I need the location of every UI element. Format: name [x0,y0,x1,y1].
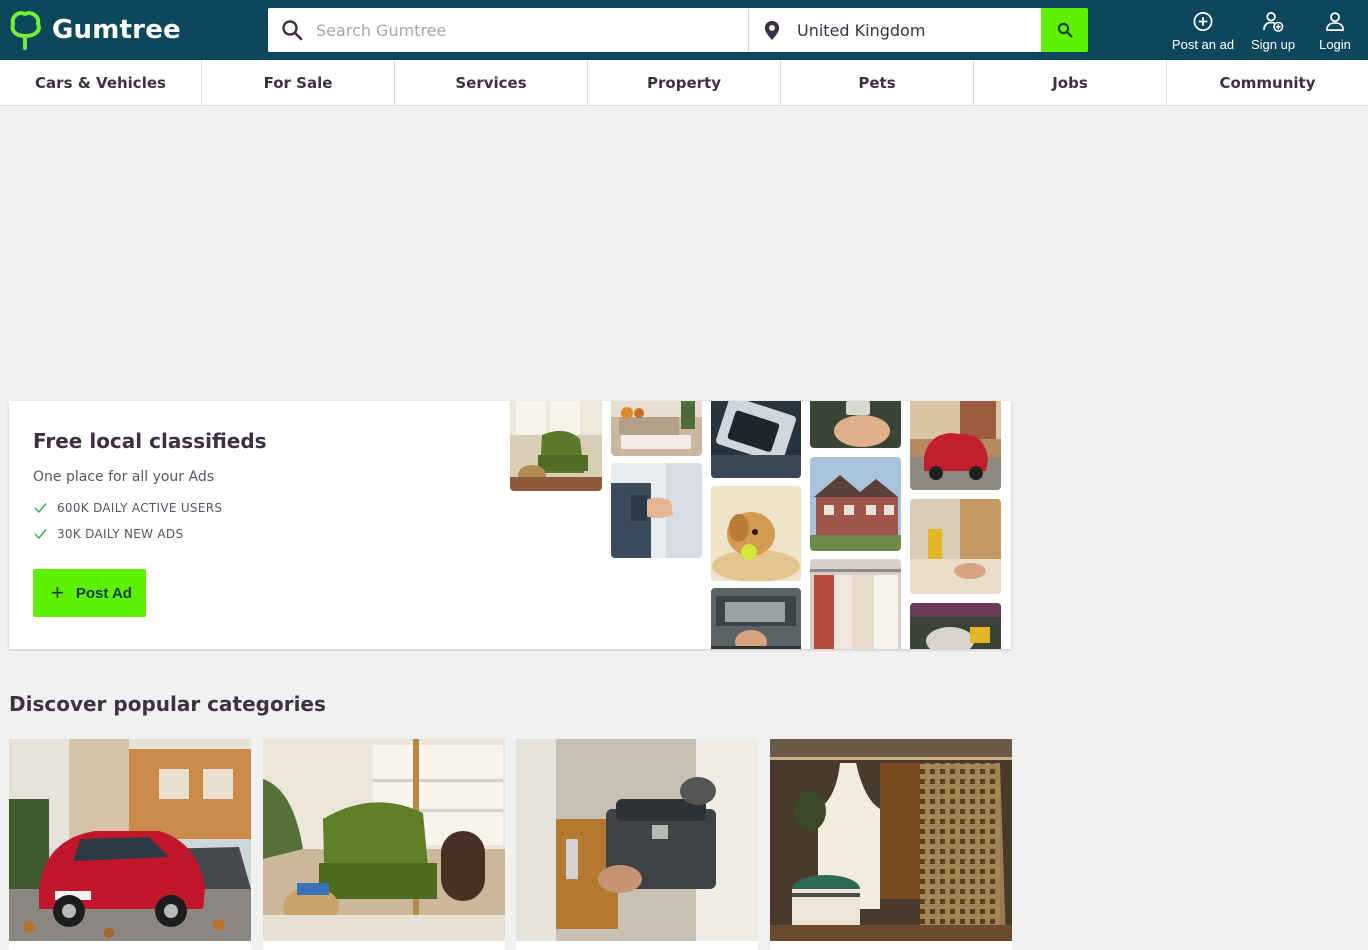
site-header: Gumtree Post an ad [0,0,1368,60]
green-armchair-photo [263,739,505,941]
drill-worker-photo [910,499,1001,594]
popular-categories-heading: Discover popular categories [9,692,326,716]
login-label: Login [1319,37,1351,52]
search-field [268,8,748,52]
post-ad-button[interactable]: + Post Ad [33,569,146,617]
nav-services[interactable]: Services [395,60,588,105]
feature-item: 30K DAILY NEW ADS [33,526,183,541]
living-room-photo [611,401,702,456]
house-photo [810,457,901,551]
post-an-ad-link[interactable]: Post an ad [1172,10,1234,52]
sign-up-label: Sign up [1250,37,1296,52]
search-button[interactable] [1041,8,1088,52]
toolbox-worker-photo [516,739,758,941]
popular-card-cars[interactable] [9,739,251,950]
mechanic-photo [711,588,801,649]
location-field [748,8,1041,52]
nav-jobs[interactable]: Jobs [974,60,1167,105]
clothes-rail-photo [810,559,901,649]
search-icon [1057,22,1073,38]
plus-icon: + [51,580,64,605]
search-icon [282,20,303,41]
sign-up-link[interactable]: Sign up [1248,10,1298,52]
logo-wordmark: Gumtree [52,15,181,45]
nav-community[interactable]: Community [1167,60,1368,105]
phone-photo [711,401,801,478]
check-icon [34,529,47,540]
hero-card: Free local classifieds One place for all… [9,401,1011,649]
post-an-ad-label: Post an ad [1171,37,1235,52]
category-nav: Cars & Vehicles For Sale Services Proper… [0,60,1368,106]
handshake-photo [611,463,702,558]
hero-subtitle: One place for all your Ads [33,469,215,485]
plus-circle-icon [1193,12,1213,31]
feature-label: 30K DAILY NEW ADS [57,526,184,541]
login-link[interactable]: Login [1316,10,1354,52]
user-icon [1325,12,1345,31]
location-pin-icon [764,20,780,41]
red-car-photo [910,401,1001,490]
kids-clothes-photo [770,739,1012,941]
location-input[interactable] [797,8,1027,52]
gumtree-logo[interactable]: Gumtree [9,10,181,50]
popular-card-baby-kids[interactable] [770,739,1012,950]
gloved-hand-photo [910,603,1001,649]
nav-cars-vehicles[interactable]: Cars & Vehicles [0,60,202,105]
popular-card-for-sale[interactable] [263,739,505,950]
nav-property[interactable]: Property [588,60,781,105]
feature-label: 600K DAILY ACTIVE USERS [57,500,223,515]
post-ad-label: Post Ad [75,584,132,602]
hand-device-photo [810,401,901,448]
feature-item: 600K DAILY ACTIVE USERS [33,500,222,515]
red-car-photo [9,739,251,941]
check-icon [34,503,47,514]
search-input[interactable] [316,8,736,52]
dog-photo [711,486,801,581]
hero-title: Free local classifieds [33,429,267,453]
tree-logo-icon [10,11,41,50]
nav-pets[interactable]: Pets [781,60,974,105]
popular-card-services[interactable] [516,739,758,950]
armchair-photo [510,401,602,491]
user-add-icon [1263,12,1284,32]
nav-for-sale[interactable]: For Sale [202,60,395,105]
